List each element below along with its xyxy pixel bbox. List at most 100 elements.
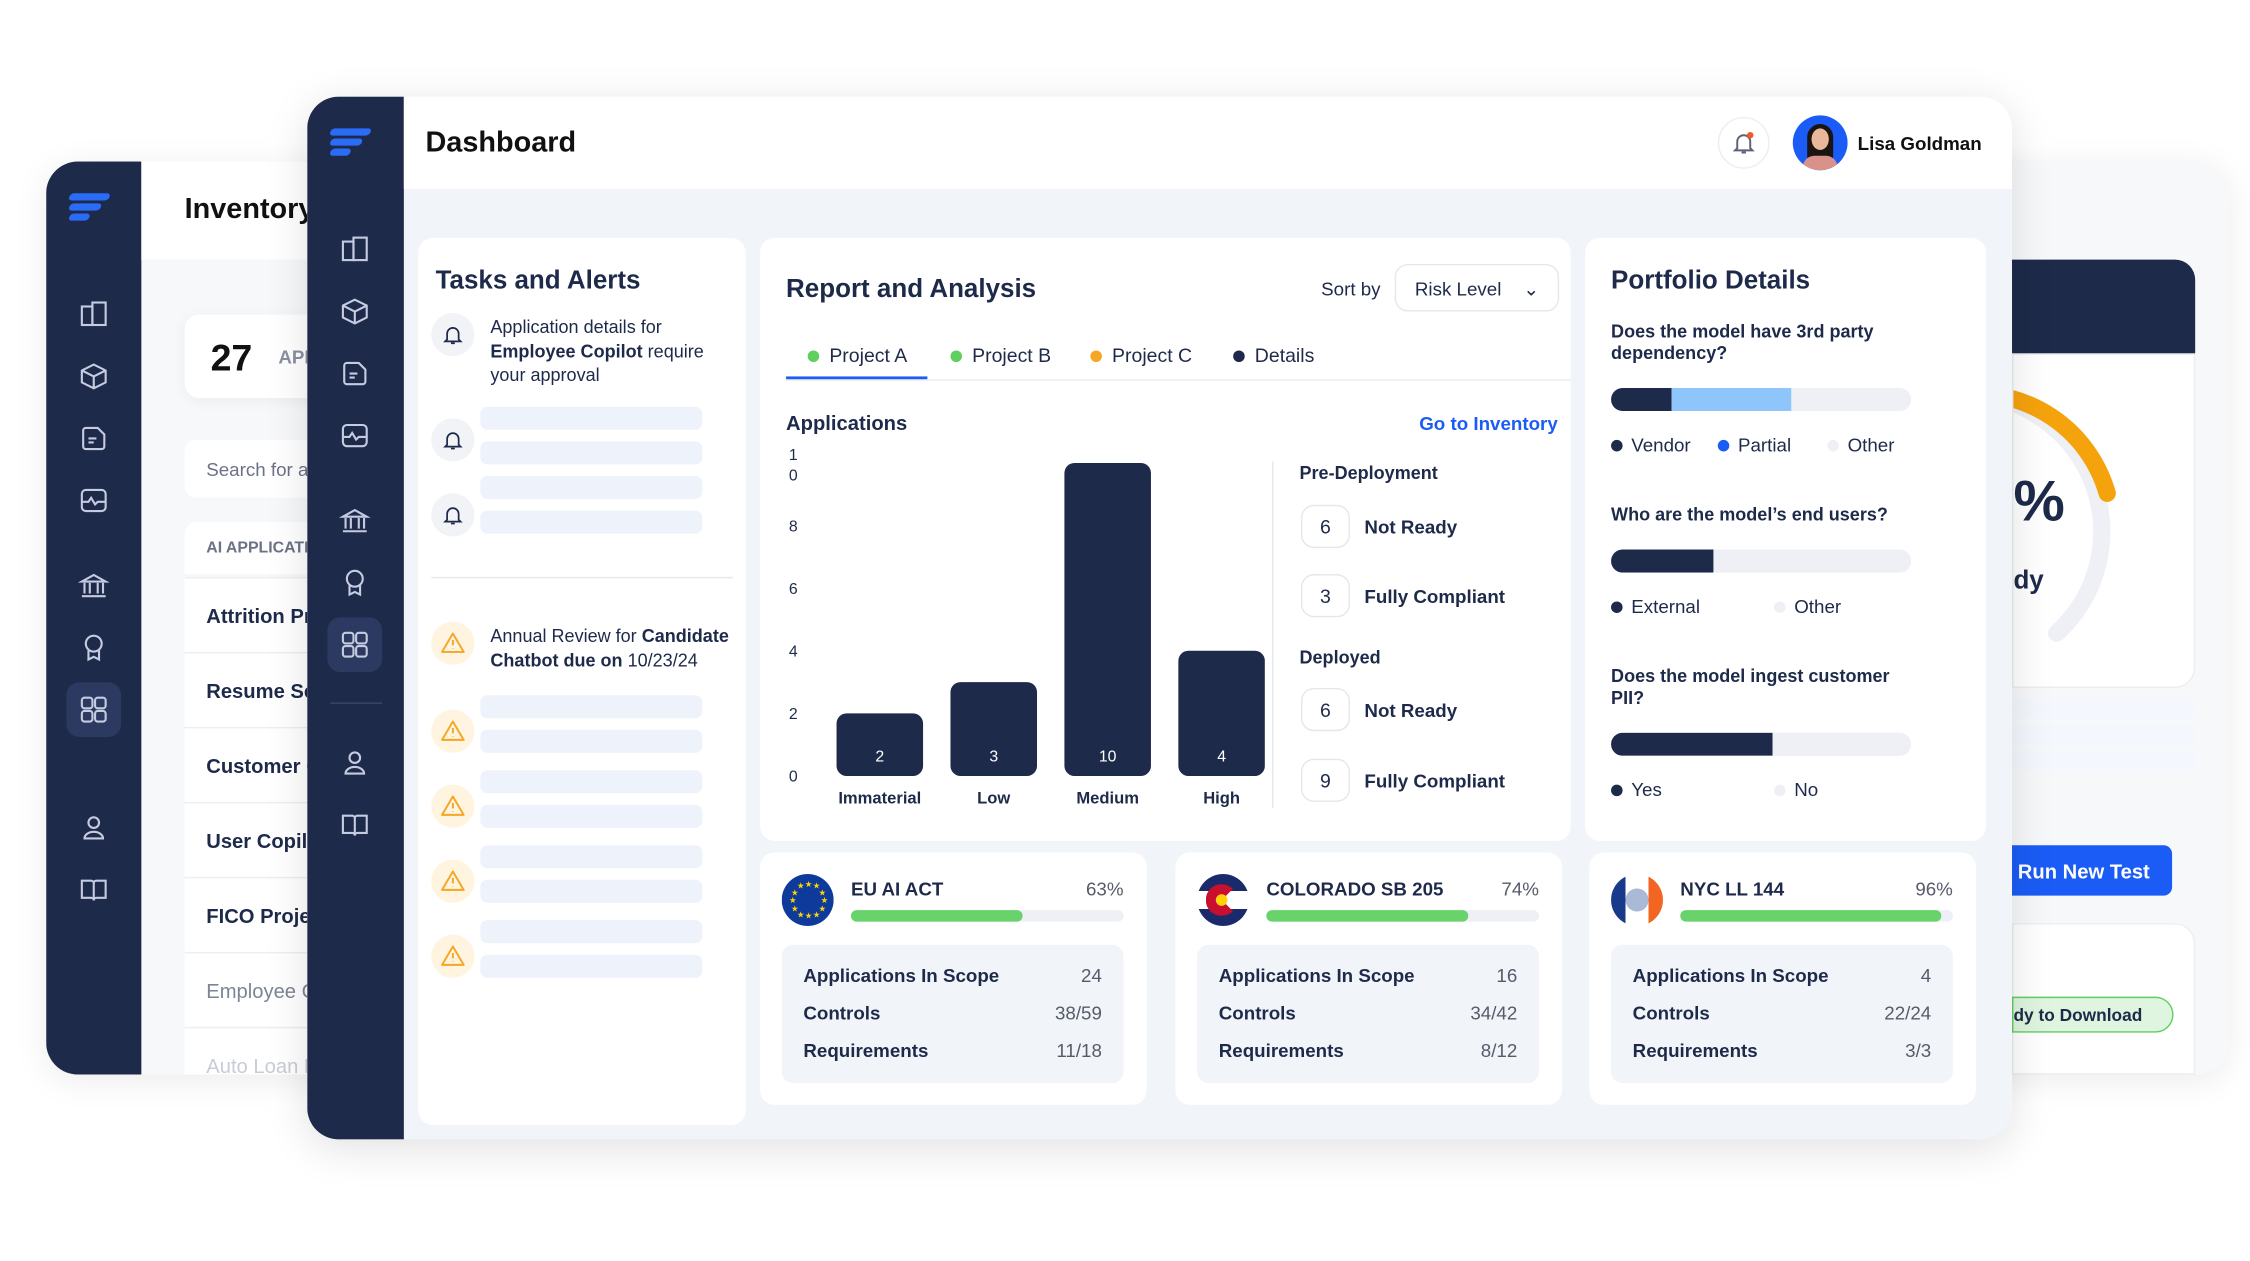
warning-icon bbox=[431, 709, 475, 753]
dashboard-nav-button[interactable] bbox=[66, 682, 122, 738]
y-tick-label: 0 bbox=[789, 467, 798, 484]
status-dot bbox=[950, 349, 963, 362]
portfolio-title: Portfolio Details bbox=[1611, 265, 1811, 295]
sidebar bbox=[307, 96, 404, 1140]
legend-item: External bbox=[1611, 596, 1700, 617]
regulation-name: NYC LL 144 bbox=[1680, 878, 1785, 900]
x-tick-label: Medium bbox=[1076, 788, 1139, 807]
user-nav-button[interactable] bbox=[78, 812, 110, 844]
pre-not-ready-label: Not Ready bbox=[1364, 516, 1458, 538]
x-tick-label: High bbox=[1203, 788, 1240, 807]
compliance-card[interactable]: NYC LL 144 96% Applications In Scope 4 Contr… bbox=[1589, 852, 1976, 1105]
portfolio-panel: Portfolio Details Does the model have 3r… bbox=[1585, 237, 1987, 841]
book-nav-button[interactable] bbox=[339, 809, 371, 841]
monitor-nav-button[interactable] bbox=[78, 485, 110, 517]
building-nav-button[interactable] bbox=[339, 234, 371, 266]
award-nav-button[interactable] bbox=[339, 567, 371, 599]
bar-segment bbox=[1713, 549, 1912, 573]
document-icon bbox=[343, 361, 367, 386]
cube-icon bbox=[80, 363, 107, 390]
x-tick-label: Low bbox=[977, 788, 1010, 807]
top-header: Dashboard Lisa Goldman bbox=[403, 96, 2013, 189]
status-dot bbox=[1090, 349, 1102, 362]
award-icon bbox=[345, 569, 364, 597]
y-tick-label: 6 bbox=[789, 581, 798, 598]
compliance-percent: 74% bbox=[1501, 878, 1539, 900]
legend-item: No bbox=[1774, 779, 1818, 800]
building-nav-button[interactable] bbox=[78, 299, 110, 331]
bell-icon bbox=[1732, 131, 1755, 154]
alert-approval[interactable]: Application details for Employee Copilot… bbox=[490, 316, 735, 387]
alert-annual-review[interactable]: Annual Review for Candidate Chatbot due … bbox=[490, 625, 738, 673]
bell-icon bbox=[431, 493, 475, 537]
book-icon bbox=[80, 879, 107, 901]
flag-icon: ★ ★ ★ ★ ★ ★ ★ ★ ★ ★ ★ ★ bbox=[781, 874, 834, 926]
bank-icon bbox=[77, 573, 110, 598]
data-label: 4 bbox=[1217, 749, 1226, 766]
sort-dropdown[interactable]: Risk Level ⌄ bbox=[1394, 263, 1560, 312]
dep-not-ready-count: 6 bbox=[1300, 687, 1350, 732]
avatar[interactable] bbox=[1792, 115, 1848, 171]
y-tick-label: 0 bbox=[789, 769, 798, 786]
report-title: Report and Analysis bbox=[786, 274, 1037, 303]
cube-nav-button[interactable] bbox=[339, 296, 371, 328]
gauge-card: % dy bbox=[2012, 353, 2196, 688]
cube-nav-button[interactable] bbox=[78, 361, 110, 393]
dashboard-nav-button[interactable] bbox=[327, 617, 383, 673]
tab-details[interactable]: Details bbox=[1233, 345, 1314, 366]
portfolio-question: Who are the model’s end users? bbox=[1611, 504, 1888, 525]
tab-project-c[interactable]: Project C bbox=[1090, 345, 1192, 366]
run-new-test-button[interactable]: Run New Test bbox=[2012, 845, 2173, 896]
compliance-percent: 96% bbox=[1915, 878, 1953, 900]
logo-icon bbox=[328, 128, 372, 160]
tasks-panel: Tasks and Alerts Application details for… bbox=[418, 237, 746, 1125]
data-label: 2 bbox=[875, 749, 884, 766]
document-nav-button[interactable] bbox=[78, 423, 110, 455]
bar-segment bbox=[1611, 549, 1714, 573]
go-to-inventory-link[interactable]: Go to Inventory bbox=[1419, 412, 1558, 434]
book-nav-button[interactable] bbox=[78, 874, 110, 906]
tab-project-b[interactable]: Project B bbox=[950, 345, 1051, 366]
document-icon bbox=[82, 426, 106, 451]
legend-item: Yes bbox=[1611, 779, 1662, 800]
user-nav-button[interactable] bbox=[339, 747, 371, 779]
legend-item: Other bbox=[1827, 434, 1894, 456]
distribution-bar bbox=[1611, 549, 1912, 573]
pre-compliant-label: Fully Compliant bbox=[1364, 585, 1506, 608]
y-tick-label: 8 bbox=[789, 518, 798, 535]
bank-nav-button[interactable] bbox=[77, 570, 110, 602]
monitor-nav-button[interactable] bbox=[339, 420, 371, 452]
page-title: Dashboard bbox=[425, 126, 577, 159]
portfolio-question: Does the model ingest customer PII? bbox=[1611, 666, 1890, 709]
bank-nav-button[interactable] bbox=[338, 505, 371, 537]
dashboard-window: Dashboard Lisa Goldman Tasks and Alerts … bbox=[307, 96, 2013, 1140]
distribution-bar bbox=[1611, 732, 1912, 756]
warning-icon bbox=[431, 784, 475, 828]
data-label: 10 bbox=[1099, 749, 1117, 766]
warning-icon bbox=[431, 934, 475, 978]
bar-segment bbox=[1791, 387, 1912, 412]
compliance-card[interactable]: COLORADO SB 205 74% Applications In Scope 1… bbox=[1175, 852, 1563, 1105]
report-panel: Report and Analysis Sort by Risk Level ⌄ … bbox=[760, 237, 1571, 841]
x-tick-label: Immaterial bbox=[838, 788, 921, 807]
award-nav-button[interactable] bbox=[78, 632, 110, 664]
regulation-name: EU AI ACT bbox=[850, 878, 944, 900]
flag-icon bbox=[1197, 874, 1250, 926]
dashboard-icon bbox=[341, 631, 368, 658]
bar-immaterial[interactable] bbox=[836, 713, 924, 776]
document-nav-button[interactable] bbox=[339, 358, 371, 390]
bar-medium[interactable] bbox=[1064, 462, 1151, 776]
flag-icon bbox=[1611, 874, 1663, 926]
cube-icon bbox=[341, 298, 368, 325]
applications-bar-chart: 02468102Immaterial3Low10Medium4High bbox=[789, 447, 1265, 807]
bar-segment bbox=[1773, 732, 1912, 756]
notifications-button[interactable] bbox=[1717, 116, 1770, 169]
warning-icon bbox=[431, 621, 475, 665]
sort-value: Risk Level bbox=[1414, 278, 1502, 300]
compliance-card[interactable]: ★ ★ ★ ★ ★ ★ ★ ★ ★ ★ ★ ★ EU AI ACT 63% Applications In … bbox=[760, 852, 1147, 1105]
ready-to-download-badge[interactable]: dy to Download bbox=[2012, 996, 2174, 1033]
pre-deployment-heading: Pre-Deployment bbox=[1299, 462, 1438, 484]
pre-compliant-count: 3 bbox=[1300, 574, 1350, 618]
tab-project-a[interactable]: Project A bbox=[807, 345, 907, 366]
user-name[interactable]: Lisa Goldman bbox=[1858, 133, 1982, 155]
